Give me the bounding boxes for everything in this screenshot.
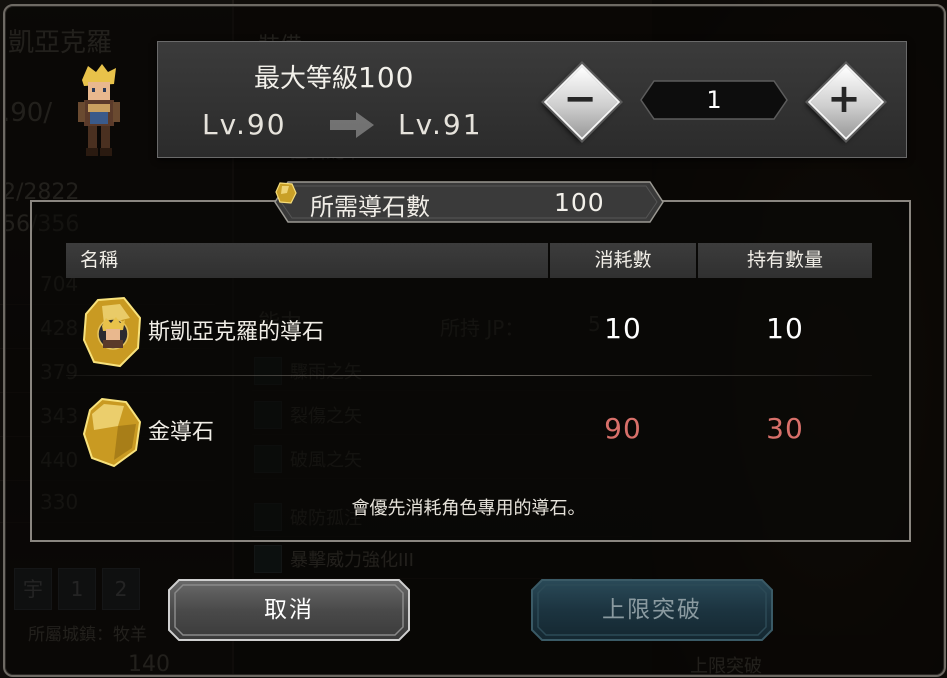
column-consume: 消耗數: [550, 243, 696, 278]
stone-consume-count: 10: [604, 312, 642, 345]
current-level-value: 90: [246, 108, 287, 141]
row-divider: [66, 375, 872, 376]
table-row: 斯凱亞克羅的導石 10 10: [66, 284, 872, 376]
stone-owned-count: 10: [766, 312, 804, 345]
cancel-button[interactable]: 取消: [167, 578, 411, 642]
gold-stone-icon: [275, 182, 297, 204]
required-stones-value: 100: [554, 188, 605, 217]
stone-name: 斯凱亞克羅的導石: [148, 320, 325, 345]
max-level-label: 最大等級100: [254, 58, 414, 95]
plus-icon: +: [827, 76, 861, 122]
priority-note: 會優先消耗角色專用的導石。: [351, 498, 586, 519]
character-stone-icon: [82, 296, 142, 368]
target-level-value: 91: [442, 108, 483, 141]
level-prefix: Lv.: [202, 108, 247, 141]
table-row: 金導石 90 30: [66, 384, 872, 476]
quantity-display: 1: [640, 80, 788, 120]
minus-icon: −: [563, 76, 597, 122]
target-level: Lv.91: [398, 108, 483, 141]
required-stones-banner: 所需導石數 100: [274, 181, 664, 223]
arrow-right-icon: [330, 112, 374, 138]
column-owned: 持有數量: [698, 243, 872, 278]
max-level-value: 100: [358, 61, 415, 94]
stone-owned-count: 30: [766, 412, 804, 445]
stone-consume-count: 90: [604, 412, 642, 445]
decrease-button[interactable]: −: [543, 63, 621, 141]
current-level: Lv.90: [202, 108, 287, 141]
required-stones-label: 所需導石數: [310, 193, 430, 221]
stone-name: 金導石: [148, 420, 215, 445]
limit-break-button-label: 上限突破: [602, 597, 702, 623]
level-info-bar: 最大等級100 Lv.90 Lv.91 − 1 +: [157, 41, 907, 158]
cancel-button-label: 取消: [264, 597, 314, 623]
gold-stone-icon: [82, 397, 142, 468]
quantity-value: 1: [706, 86, 722, 114]
max-level-title: 最大等級: [254, 64, 359, 94]
column-name: 名稱: [66, 243, 548, 278]
increase-button[interactable]: +: [807, 63, 885, 141]
level-prefix: Lv.: [398, 108, 443, 141]
character-sprite-icon: [78, 64, 120, 156]
table-header: 名稱 消耗數 持有數量: [66, 243, 872, 278]
quantity-stepper: − 1 +: [543, 62, 885, 141]
limit-break-button[interactable]: 上限突破: [530, 578, 774, 642]
